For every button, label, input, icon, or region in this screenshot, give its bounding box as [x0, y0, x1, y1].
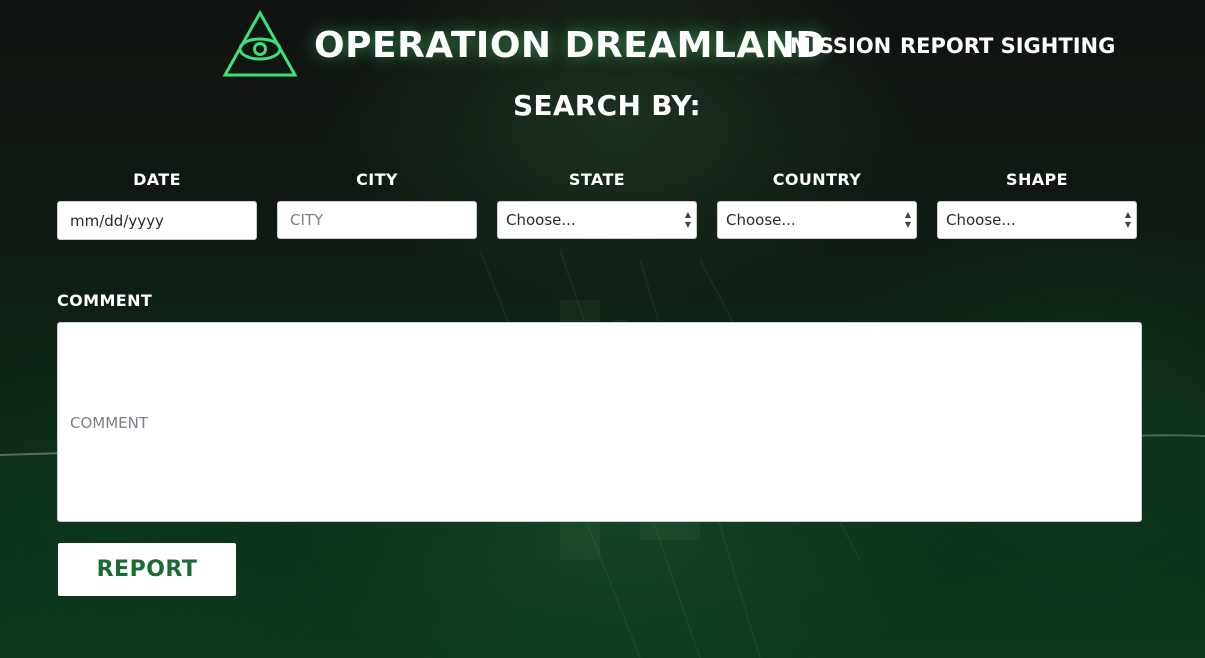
nav-report-sighting[interactable]: REPORT SIGHTING	[900, 34, 1115, 58]
select-arrows-icon: ▲ ▼	[684, 210, 691, 229]
state-label: STATE	[568, 170, 626, 189]
country-label: COUNTRY	[772, 170, 862, 189]
select-arrows-icon: ▲ ▼	[904, 210, 911, 229]
city-label: CITY	[356, 170, 398, 189]
comment-placeholder: COMMENT	[70, 414, 149, 432]
comment-label: COMMENT	[57, 291, 153, 310]
shape-label: SHAPE	[1006, 170, 1068, 189]
report-button[interactable]: REPORT	[58, 543, 236, 596]
state-select-value: Choose...	[506, 211, 576, 229]
city-input[interactable]	[277, 201, 477, 239]
eye-triangle-icon[interactable]	[222, 10, 298, 78]
site-title[interactable]: OPERATION DREAMLAND	[314, 25, 826, 66]
nav-mission[interactable]: MISSION	[790, 34, 891, 58]
country-select-value: Choose...	[726, 211, 796, 229]
country-select[interactable]: Choose... ▲ ▼	[717, 201, 917, 239]
state-select[interactable]: Choose... ▲ ▼	[497, 201, 697, 239]
shape-select[interactable]: Choose... ▲ ▼	[937, 201, 1137, 239]
comment-textarea[interactable]: COMMENT	[57, 322, 1142, 522]
date-input[interactable]	[57, 201, 257, 240]
date-label: DATE	[133, 170, 181, 189]
select-arrows-icon: ▲ ▼	[1124, 210, 1131, 229]
shape-select-value: Choose...	[946, 211, 1016, 229]
search-heading: SEARCH BY:	[512, 89, 702, 122]
